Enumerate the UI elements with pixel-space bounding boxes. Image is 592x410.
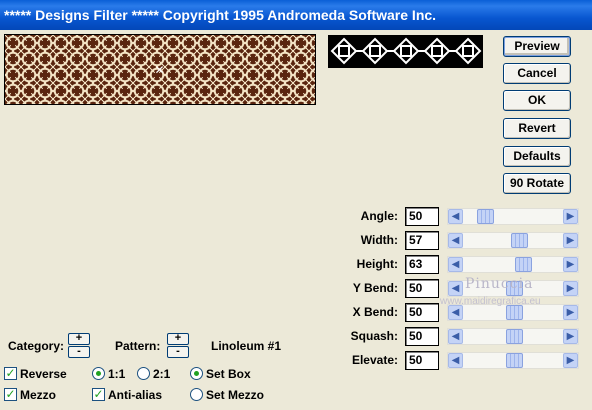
mezzo-checkbox[interactable]: ✓	[4, 388, 17, 401]
ratio-2-1-label: 2:1	[153, 367, 171, 381]
ratio-1-1-radio[interactable]	[92, 367, 105, 380]
pattern-name: Linoleum #1	[211, 339, 282, 353]
ratio-1-1-label: 1:1	[108, 367, 126, 381]
squash-label: Squash:	[350, 329, 398, 343]
category-stepper[interactable]: + -	[68, 333, 90, 358]
angle-slider-thumb[interactable]	[477, 209, 494, 224]
x-bend-slider-thumb[interactable]	[505, 305, 523, 320]
squash-value-field[interactable]: 50	[405, 327, 439, 346]
rotate-90-button[interactable]: 90 Rotate	[503, 173, 571, 194]
watermark-name: Pinuccia	[465, 276, 534, 292]
scroll-left-icon[interactable]: ◀	[448, 329, 463, 344]
scroll-right-icon[interactable]: ▶	[563, 305, 578, 320]
squash-slider[interactable]: ◀ ▶	[447, 328, 579, 345]
diamond-pattern-icon	[330, 37, 482, 65]
anti-alias-label: Anti-alias	[108, 388, 163, 402]
angle-label: Angle:	[360, 209, 398, 223]
cancel-button[interactable]: Cancel	[503, 63, 571, 84]
watermark-url: www.maidiregrafica.eu	[440, 296, 541, 307]
elevate-slider[interactable]: ◀ ▶	[447, 352, 579, 369]
scroll-right-icon[interactable]: ▶	[563, 209, 578, 224]
scroll-left-icon[interactable]: ◀	[448, 209, 463, 224]
scroll-left-icon[interactable]: ◀	[448, 281, 463, 296]
width-slider-thumb[interactable]	[510, 233, 528, 248]
scroll-left-icon[interactable]: ◀	[448, 305, 463, 320]
scroll-right-icon[interactable]: ▶	[563, 353, 578, 368]
scroll-right-icon[interactable]: ▶	[563, 233, 578, 248]
x-bend-value-field[interactable]: 50	[405, 303, 439, 322]
category-minus-button[interactable]: -	[68, 346, 90, 358]
scroll-right-icon[interactable]: ▶	[563, 281, 578, 296]
height-value-field[interactable]: 63	[405, 255, 439, 274]
pattern-stepper[interactable]: + -	[167, 333, 189, 358]
ratio-2-1-radio[interactable]	[137, 367, 150, 380]
defaults-button[interactable]: Defaults	[503, 146, 571, 167]
angle-value-field[interactable]: 50	[405, 207, 439, 226]
mezzo-label: Mezzo	[20, 388, 56, 402]
height-slider-thumb[interactable]	[515, 257, 533, 272]
set-box-radio[interactable]	[190, 367, 203, 380]
width-label: Width:	[360, 233, 398, 247]
pattern-label: Pattern:	[115, 339, 161, 353]
scroll-right-icon[interactable]: ▶	[563, 257, 578, 272]
set-box-label: Set Box	[206, 367, 251, 381]
elevate-slider-thumb[interactable]	[505, 353, 523, 368]
elevate-value-field[interactable]: 50	[405, 351, 439, 370]
crosshair-icon[interactable]: ✕	[154, 64, 165, 76]
window-title: ***** Designs Filter ***** Copyright 199…	[0, 0, 592, 30]
width-slider[interactable]: ◀ ▶	[447, 232, 579, 249]
pattern-plus-button[interactable]: +	[167, 333, 189, 345]
x-bend-label: X Bend:	[352, 305, 398, 319]
y-bend-label: Y Bend:	[352, 281, 398, 295]
revert-button[interactable]: Revert	[503, 118, 571, 139]
elevate-label: Elevate:	[351, 353, 398, 367]
pattern-thumbnail	[328, 35, 483, 68]
reverse-checkbox[interactable]: ✓	[4, 367, 17, 380]
angle-slider[interactable]: ◀ ▶	[447, 208, 579, 225]
anti-alias-checkbox[interactable]: ✓	[92, 388, 105, 401]
y-bend-value-field[interactable]: 50	[405, 279, 439, 298]
category-label: Category:	[8, 339, 65, 353]
reverse-label: Reverse	[20, 367, 67, 381]
ok-button[interactable]: OK	[503, 90, 571, 111]
pattern-minus-button[interactable]: -	[167, 346, 189, 358]
height-label: Height:	[356, 257, 398, 271]
scroll-right-icon[interactable]: ▶	[563, 329, 578, 344]
height-slider[interactable]: ◀ ▶	[447, 256, 579, 273]
squash-slider-thumb[interactable]	[505, 329, 523, 344]
scroll-left-icon[interactable]: ◀	[448, 353, 463, 368]
set-mezzo-radio[interactable]	[190, 388, 203, 401]
preview-button[interactable]: Preview	[503, 36, 571, 57]
category-plus-button[interactable]: +	[68, 333, 90, 345]
width-value-field[interactable]: 57	[405, 231, 439, 250]
scroll-left-icon[interactable]: ◀	[448, 257, 463, 272]
set-mezzo-label: Set Mezzo	[206, 388, 265, 402]
scroll-left-icon[interactable]: ◀	[448, 233, 463, 248]
